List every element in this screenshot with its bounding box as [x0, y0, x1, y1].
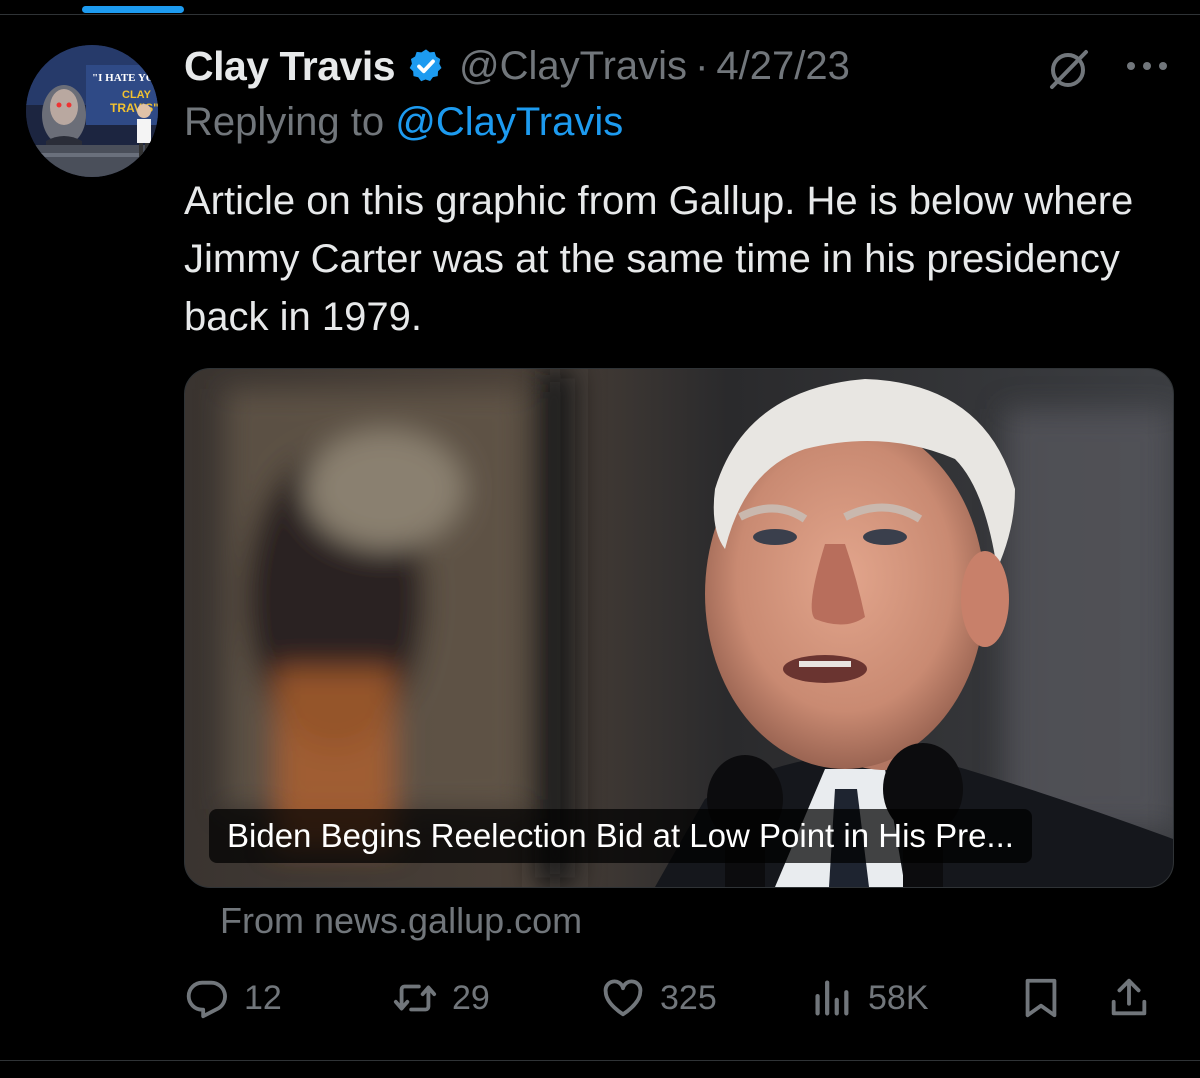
like-count: 325	[660, 978, 717, 1017]
author-display-name[interactable]: Clay Travis	[184, 43, 396, 90]
reply-icon	[186, 980, 227, 1019]
reply-button[interactable]: 12	[184, 970, 282, 1026]
share-button[interactable]	[1106, 970, 1152, 1026]
tweet-date[interactable]: 4/27/23	[716, 44, 849, 89]
link-preview-card[interactable]: Biden Begins Reelection Bid at Low Point…	[184, 368, 1174, 888]
retweet-count: 29	[452, 978, 490, 1017]
svg-text:"I HATE YOU: "I HATE YOU	[92, 72, 158, 84]
like-button[interactable]: 325	[600, 970, 717, 1026]
active-tab-indicator	[82, 6, 184, 13]
tweet-text: Article on this graphic from Gallup. He …	[184, 179, 1134, 339]
avatar-image: "I HATE YOU CLAY TRAVIS"	[26, 45, 158, 177]
replying-to-handle-link[interactable]: @ClayTravis	[395, 100, 623, 144]
card-title: Biden Begins Reelection Bid at Low Point…	[209, 809, 1032, 863]
verified-badge-icon	[409, 49, 442, 82]
svg-text:CLAY: CLAY	[122, 89, 152, 101]
share-icon	[1111, 978, 1147, 1016]
bookmark-icon	[1025, 978, 1057, 1018]
more-icon[interactable]	[1124, 58, 1170, 74]
views-icon	[815, 980, 849, 1016]
retweet-icon	[393, 984, 437, 1012]
retweet-button[interactable]: 29	[392, 970, 490, 1026]
top-divider	[0, 14, 1200, 15]
views-button[interactable]: 58K	[808, 970, 929, 1026]
views-count: 58K	[868, 978, 929, 1017]
bookmark-button[interactable]	[1018, 970, 1064, 1026]
replying-to-label: Replying to	[184, 100, 396, 144]
replying-to: Replying to @ClayTravis	[184, 100, 623, 145]
action-bar: 12 29 325 58K	[184, 970, 1174, 1026]
svg-text:TRAVIS": TRAVIS"	[110, 101, 158, 115]
author-handle[interactable]: @ClayTravis	[459, 44, 687, 89]
heart-icon	[603, 979, 643, 1017]
reply-count: 12	[244, 978, 282, 1017]
tweet-header: Clay Travis @ClayTravis · 4/27/23	[184, 40, 850, 92]
grok-icon[interactable]	[1046, 46, 1092, 92]
separator-dot: ·	[695, 43, 709, 88]
avatar[interactable]: "I HATE YOU CLAY TRAVIS"	[26, 45, 158, 177]
card-source[interactable]: From news.gallup.com	[220, 900, 582, 942]
bottom-divider	[0, 1060, 1200, 1061]
